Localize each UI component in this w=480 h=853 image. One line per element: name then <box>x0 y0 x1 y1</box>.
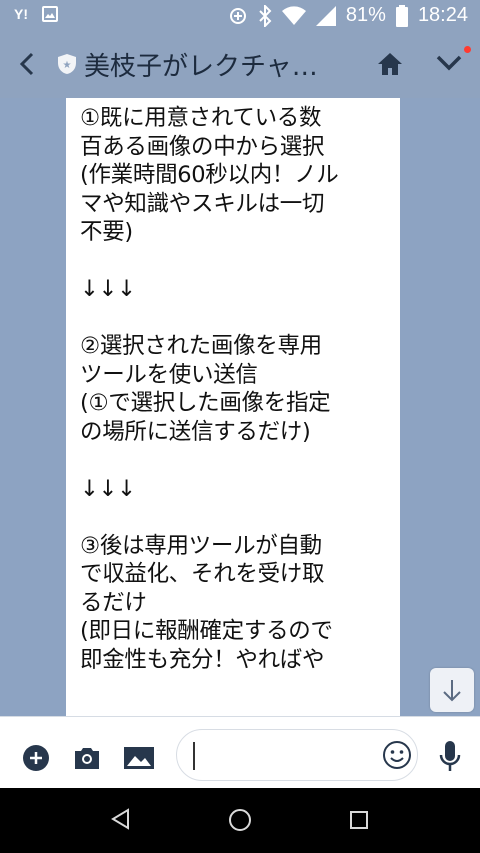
mic-icon[interactable] <box>438 739 462 775</box>
wifi-icon <box>281 5 306 25</box>
camera-icon[interactable] <box>72 746 102 770</box>
chat-header: ★ 美枝子がレクチャ… <box>0 32 480 98</box>
scroll-down-button[interactable] <box>430 668 474 712</box>
text-caret <box>193 742 195 770</box>
input-bar <box>0 716 480 789</box>
home-icon[interactable] <box>377 52 403 76</box>
emoji-icon[interactable] <box>382 740 412 770</box>
notification-dot <box>464 46 471 53</box>
shield-icon: ★ <box>58 54 76 74</box>
image-icon[interactable] <box>124 747 154 769</box>
nav-home-icon[interactable] <box>228 808 252 832</box>
data-saver-icon <box>229 7 246 24</box>
chat-title[interactable]: 美枝子がレクチャ… <box>84 46 318 83</box>
back-icon[interactable] <box>12 48 44 80</box>
battery-icon <box>395 4 408 27</box>
svg-text:★: ★ <box>63 60 72 71</box>
status-left: Y! <box>14 6 58 22</box>
bluetooth-icon <box>259 4 272 27</box>
signal-icon <box>315 5 336 26</box>
status-right: 81% 18:24 <box>228 4 468 27</box>
nav-back-icon[interactable] <box>110 808 130 830</box>
message-text: ①既に用意されている数 百ある画像の中から選択 (作業時間60秒以内！ノル マや… <box>80 105 339 673</box>
yahoo-icon: Y! <box>14 6 28 22</box>
nav-recent-icon[interactable] <box>349 810 369 830</box>
chevron-down-icon[interactable] <box>436 54 462 72</box>
plus-icon[interactable] <box>23 745 49 771</box>
battery-percentage: 81% <box>345 4 386 26</box>
system-nav-bar <box>0 788 480 853</box>
message-input[interactable] <box>176 729 418 781</box>
status-bar: Y! 81% 18:24 <box>0 0 480 32</box>
arrow-down-icon <box>443 680 461 702</box>
image-notification-icon <box>42 6 58 22</box>
clock: 18:24 <box>417 4 468 26</box>
